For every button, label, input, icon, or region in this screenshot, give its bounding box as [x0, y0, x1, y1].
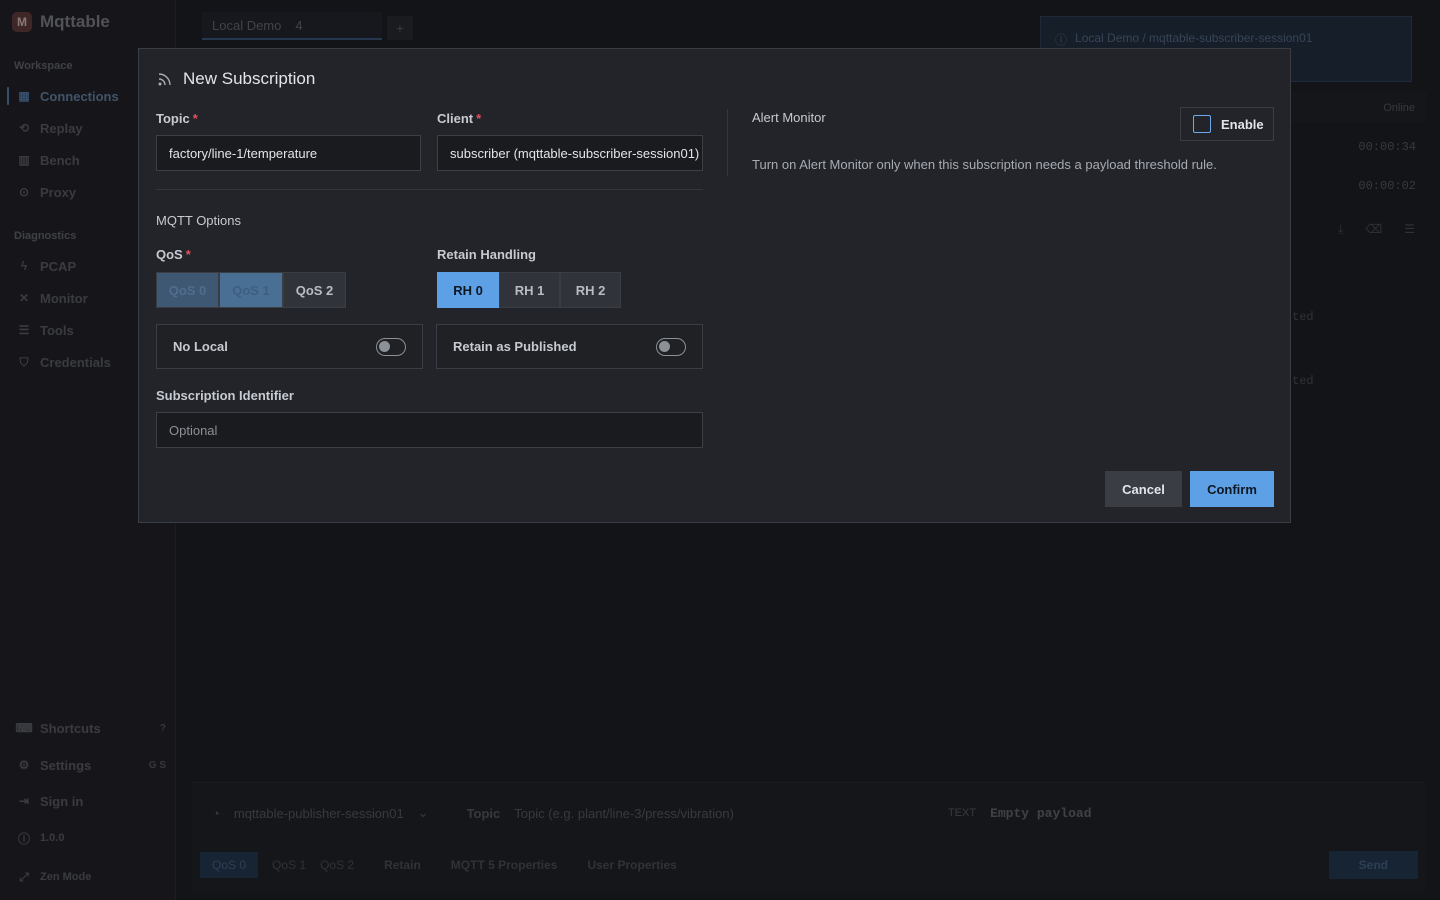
qos-1-option[interactable]: QoS 1	[219, 272, 283, 308]
qos-label: QoS *	[156, 247, 191, 262]
required-mark: *	[185, 247, 191, 262]
qos-segmented-control: QoS 0 QoS 1 QoS 2	[156, 272, 346, 308]
required-mark: *	[476, 111, 482, 126]
retain-handling-label: Retain Handling	[437, 247, 536, 262]
toggle-knob	[379, 340, 390, 352]
topic-label: Topic *	[156, 111, 198, 126]
mqtt-options-title: MQTT Options	[156, 213, 242, 228]
confirm-button[interactable]: Confirm	[1190, 471, 1274, 507]
retain-as-published-row: Retain as Published	[436, 324, 703, 369]
enable-alert-checkbox[interactable]: Enable	[1180, 107, 1274, 141]
checkbox-icon	[1193, 115, 1211, 133]
qos-0-option[interactable]: QoS 0	[156, 272, 219, 308]
client-select[interactable]: subscriber (mqttable-subscriber-session0…	[437, 135, 703, 171]
rh-2-option[interactable]: RH 2	[560, 272, 621, 308]
sub-id-placeholder: Optional	[169, 422, 218, 438]
new-subscription-dialog: New Subscription Topic * factory/line-1/t…	[138, 48, 1291, 523]
retain-as-published-toggle[interactable]	[656, 337, 686, 356]
client-label: Client *	[437, 111, 481, 126]
topic-input[interactable]: factory/line-1/temperature	[156, 135, 421, 171]
topic-label-text: Topic	[156, 111, 190, 126]
dialog-header: New Subscription	[157, 69, 315, 89]
retain-handling-segmented-control: RH 0 RH 1 RH 2	[437, 272, 621, 308]
required-mark: *	[192, 111, 198, 126]
rh-0-option[interactable]: RH 0	[437, 272, 499, 308]
rh-1-option[interactable]: RH 1	[499, 272, 560, 308]
rss-icon	[158, 73, 171, 86]
sub-id-label: Subscription Identifier	[156, 388, 294, 403]
dialog-title: New Subscription	[183, 69, 316, 88]
no-local-row: No Local	[156, 324, 423, 369]
no-local-toggle[interactable]	[376, 337, 406, 356]
no-local-label: No Local	[173, 339, 228, 354]
divider	[727, 109, 728, 176]
toggle-knob	[659, 340, 670, 352]
qos-label-text: QoS	[156, 247, 183, 262]
sub-id-input[interactable]: Optional	[156, 412, 703, 448]
alert-monitor-description: Turn on Alert Monitor only when this sub…	[752, 157, 1217, 172]
divider	[156, 189, 703, 190]
cancel-button[interactable]: Cancel	[1105, 471, 1182, 507]
qos-2-option[interactable]: QoS 2	[283, 272, 346, 308]
client-label-text: Client	[437, 111, 474, 126]
alert-monitor-title: Alert Monitor	[752, 110, 826, 125]
enable-label: Enable	[1221, 116, 1264, 132]
retain-as-published-label: Retain as Published	[453, 339, 577, 354]
